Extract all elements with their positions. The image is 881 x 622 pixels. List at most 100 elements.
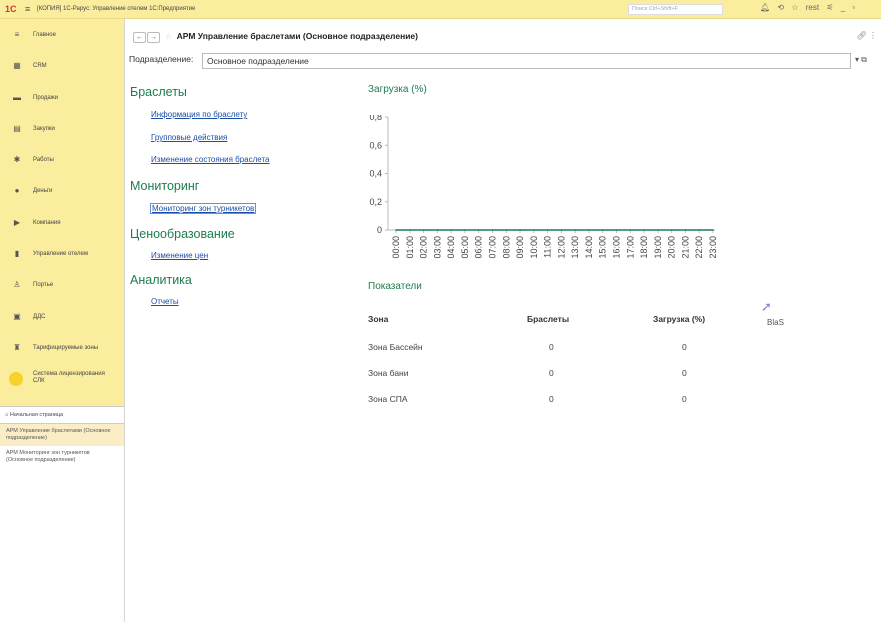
row-bracelets: 0 — [549, 394, 554, 404]
link-icon[interactable]: 🔗︎ — [857, 31, 867, 40]
data-point — [395, 229, 397, 231]
row-zone[interactable]: Зона бани — [368, 368, 409, 378]
link-turnstile-monitoring[interactable]: Мониторинг зон турникетов — [149, 203, 257, 214]
history-icon[interactable]: ⟲ — [777, 3, 784, 12]
data-point — [491, 229, 494, 231]
data-point — [450, 229, 452, 231]
x-tick-label: 23:00 — [708, 236, 718, 259]
section-sales[interactable]: ▬ Продажи — [0, 82, 124, 113]
x-tick-label: 02:00 — [419, 236, 429, 259]
row-zone[interactable]: Зона СПА — [368, 394, 408, 404]
link-group-actions[interactable]: Групповые действия — [151, 133, 227, 142]
home-page-link[interactable]: ⌂ Начальная страница — [0, 406, 124, 424]
x-tick-label: 03:00 — [432, 236, 442, 259]
section-label: Система лицензирования СЛК — [33, 371, 105, 385]
data-point — [615, 229, 618, 231]
section-main[interactable]: ≡ Главное — [0, 19, 124, 50]
purchases-icon: ▤ — [13, 123, 21, 133]
section-zones[interactable]: ♜ Тарифицируемые зоны — [0, 332, 124, 363]
x-tick-label: 00:00 — [391, 236, 401, 259]
user-name[interactable]: rest — [806, 3, 819, 12]
maximize-icon[interactable]: ▫ — [852, 3, 855, 12]
section-purchases[interactable]: ▤ Закупки — [0, 113, 124, 144]
link-bracelet-state[interactable]: Изменение состояния браслета — [151, 155, 269, 164]
form-actions: 🔗︎ ⋮ — [857, 31, 877, 40]
row-zone[interactable]: Зона Бассейн — [368, 342, 423, 352]
link-reports[interactable]: Отчеты — [151, 297, 179, 306]
y-tick-label: 0 — [377, 225, 382, 235]
crm-icon: ▦ — [13, 61, 21, 71]
x-tick-label: 10:00 — [529, 236, 539, 259]
minimize-icon[interactable]: _ — [841, 3, 845, 12]
col-bracelets-header: Браслеты — [527, 314, 570, 324]
x-tick-label: 13:00 — [570, 236, 580, 259]
section-money[interactable]: ● Деньги — [0, 175, 124, 206]
home-page-label: Начальная страница — [9, 412, 64, 418]
data-point — [533, 229, 535, 231]
chevron-down-icon[interactable]: ▾ — [855, 55, 859, 64]
group-pricing-title: Ценообразование — [130, 227, 235, 241]
data-point — [657, 229, 659, 231]
indicators-title: Показатели — [368, 281, 422, 292]
form-header: ← → ☆ АРМ Управление браслетами (Основное… — [133, 31, 418, 43]
data-point — [588, 229, 590, 231]
section-hotel[interactable]: ▮ Управление отелем — [0, 238, 124, 269]
link-bracelet-info[interactable]: Информация по браслету — [151, 110, 247, 119]
section-label: Портье — [33, 282, 54, 289]
x-tick-label: 11:00 — [543, 236, 553, 258]
x-tick-label: 12:00 — [556, 236, 566, 259]
section-crm[interactable]: ▦ CRM — [0, 50, 124, 81]
x-tick-label: 09:00 — [515, 236, 525, 259]
forward-button[interactable]: → — [147, 32, 160, 43]
open-window-bracelets[interactable]: АРМ Управление браслетами (Основное подр… — [0, 424, 124, 446]
chart-title: Загрузка (%) — [368, 84, 427, 95]
section-license[interactable]: Система лицензирования СЛК — [0, 363, 124, 394]
section-works[interactable]: ✱ Работы — [0, 144, 124, 175]
bell-icon[interactable]: 🔔︎ — [760, 3, 770, 12]
data-point — [698, 229, 701, 231]
subdivision-field[interactable]: Основное подразделение — [202, 53, 851, 69]
section-cashflow[interactable]: ▣ ДДС — [0, 301, 124, 332]
x-tick-label: 19:00 — [653, 236, 663, 259]
x-tick-label: 20:00 — [667, 236, 677, 259]
data-point — [408, 229, 411, 231]
x-tick-label: 15:00 — [598, 236, 608, 259]
data-point — [505, 229, 508, 231]
favorites-star-icon[interactable]: ☆ — [791, 3, 798, 12]
y-tick-label: 0,8 — [369, 115, 382, 122]
group-monitoring-title: Мониторинг — [130, 179, 200, 193]
data-point — [546, 229, 549, 231]
global-search-input[interactable]: Поиск Ctrl+Shift+F — [628, 4, 723, 15]
menu-icon: ≡ — [14, 30, 20, 39]
section-porter[interactable]: ♙ Портье — [0, 269, 124, 300]
y-tick-label: 0,4 — [369, 169, 382, 179]
group-analytics-title: Аналитика — [130, 273, 192, 287]
data-point — [601, 229, 604, 231]
more-icon[interactable]: ⋮ — [869, 31, 877, 40]
open-icon[interactable]: ⧉ — [861, 55, 867, 64]
col-load-header: Загрузка (%) — [653, 314, 706, 324]
x-tick-label: 16:00 — [612, 236, 622, 259]
group-bracelets-title: Браслеты — [130, 85, 187, 99]
x-tick-label: 18:00 — [639, 236, 649, 259]
sidebar: ≡ Главное ▦ CRM ▬ Продажи ▤ Закупки ✱ Работы … — [0, 19, 125, 622]
title-bar-icons: 🔔︎ ⟲ ☆ rest ⚟ _ ▫ — [760, 3, 860, 12]
settings-menu-icon[interactable]: ⚟ — [826, 3, 833, 12]
data-point — [477, 229, 480, 231]
x-tick-label: 05:00 — [460, 236, 470, 259]
data-point — [684, 229, 687, 231]
back-button[interactable]: ← — [133, 32, 146, 43]
hamburger-menu-icon[interactable]: ≡ — [25, 4, 30, 14]
license-icon — [9, 372, 23, 388]
link-change-prices[interactable]: Изменение цен — [151, 251, 208, 260]
section-label: Закупки — [33, 125, 55, 132]
open-window-turnstiles[interactable]: АРМ Мониторинг зон турникетов (Основное … — [0, 446, 124, 468]
favorite-star-icon[interactable]: ☆ — [165, 32, 172, 41]
x-tick-label: 06:00 — [474, 236, 484, 259]
window-title: [КОПИЯ] 1С-Рарус: Управление отелем 1С:П… — [37, 6, 196, 12]
data-point — [436, 229, 439, 231]
section-label: CRM — [33, 63, 47, 70]
section-company[interactable]: ▶ Компания — [0, 207, 124, 238]
row-load: 0 — [682, 394, 687, 404]
money-icon: ● — [14, 186, 20, 196]
